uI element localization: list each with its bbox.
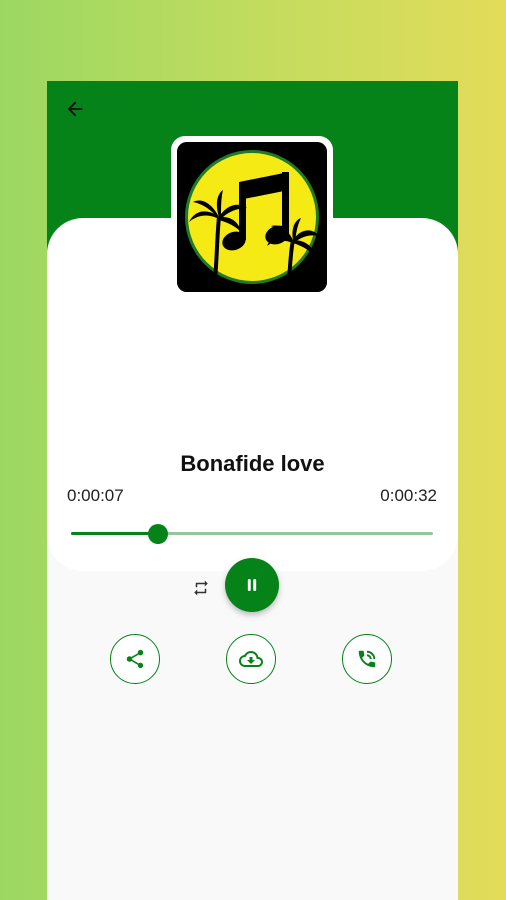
pause-button[interactable]: [225, 558, 279, 612]
share-button[interactable]: [110, 634, 160, 684]
cloud-download-icon: [239, 651, 263, 667]
pause-icon: [247, 579, 257, 591]
music-note-palm-logo: [177, 142, 327, 292]
repeat-icon: [194, 580, 208, 596]
album-art-image: [177, 142, 327, 292]
app-screen: Bonafide love 0:00:07 0:00:32: [47, 81, 458, 900]
share-icon: [126, 649, 144, 669]
elapsed-time: 0:00:07: [67, 486, 124, 505]
arrow-back-icon: [67, 101, 83, 117]
set-ringtone-button[interactable]: [342, 634, 392, 684]
seek-thumb[interactable]: [147, 524, 168, 544]
seek-bar[interactable]: [71, 524, 433, 544]
back-button[interactable]: [61, 95, 89, 123]
track-title: Bonafide love: [180, 451, 325, 476]
phone-ringing-icon: [358, 650, 376, 668]
download-button[interactable]: [226, 634, 276, 684]
album-artwork: [171, 136, 333, 298]
seek-progress: [71, 532, 158, 535]
total-time: 0:00:32: [380, 486, 437, 505]
repeat-button[interactable]: [189, 576, 213, 600]
